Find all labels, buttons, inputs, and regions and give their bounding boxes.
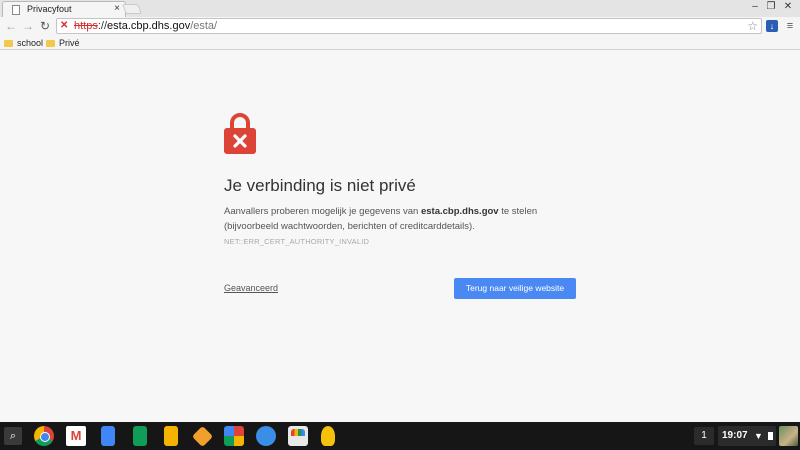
new-tab-button[interactable] — [122, 4, 142, 14]
forward-button[interactable]: → — [21, 19, 35, 33]
back-button[interactable]: ← — [4, 19, 18, 33]
close-tab-icon[interactable]: × — [114, 3, 120, 15]
bookmark-label: school — [17, 38, 44, 48]
folder-icon — [4, 40, 13, 47]
clock: 19:07 — [722, 430, 748, 441]
gmail-icon[interactable] — [66, 426, 86, 446]
error-description: Aanvallers proberen mogelijk je gegevens… — [224, 204, 544, 234]
description-host: esta.cbp.dhs.gov — [420, 206, 499, 217]
reload-button[interactable]: ↻ — [38, 19, 52, 33]
wifi-icon: ▼ — [754, 431, 763, 441]
red-padlock-icon — [224, 113, 256, 154]
chrome-icon[interactable] — [34, 426, 54, 446]
tab-strip: Privacyfout × – ❐ ✕ — [0, 0, 800, 17]
keep-bulb-icon[interactable] — [321, 426, 335, 446]
slides-icon[interactable] — [164, 426, 178, 446]
description-prefix: Aanvallers proberen mogelijk je gegevens… — [224, 206, 421, 217]
web-store-icon[interactable] — [288, 426, 308, 446]
photos-icon[interactable] — [224, 426, 244, 446]
bookmark-school[interactable]: school — [4, 37, 43, 49]
files-icon[interactable] — [256, 426, 276, 446]
sheets-icon[interactable] — [133, 426, 147, 446]
browser-toolbar: ← → ↻ ✕ https://esta.cbp.dhs.gov/esta/ ☆… — [0, 17, 800, 36]
docs-icon[interactable] — [101, 426, 115, 446]
minimize-button[interactable]: – — [748, 1, 762, 13]
shelf: ⌕ 1 19:07 ▼ — [0, 422, 800, 450]
broken-lock-icon[interactable]: ✕ — [60, 20, 72, 32]
battery-icon — [768, 432, 773, 440]
address-bar[interactable]: ✕ https://esta.cbp.dhs.gov/esta/ ☆ — [56, 18, 762, 34]
url-host: esta.cbp.dhs.gov — [107, 20, 191, 32]
error-code[interactable]: NET::ERR_CERT_AUTHORITY_INVALID — [224, 237, 369, 246]
restore-button[interactable]: ❐ — [764, 1, 778, 13]
advanced-link[interactable]: Geavanceerd — [224, 283, 278, 293]
avatar[interactable] — [779, 426, 798, 446]
bookmark-prive[interactable]: Privé — [46, 37, 80, 49]
url-scheme: https — [74, 20, 98, 32]
folder-icon — [46, 40, 55, 47]
download-icon[interactable]: ↓ — [766, 20, 778, 32]
keep-icon[interactable] — [191, 425, 214, 448]
menu-button[interactable]: ≡ — [784, 19, 796, 33]
tab-privacyfout[interactable]: Privacyfout × — [2, 1, 126, 17]
bookmarks-bar: school Privé — [0, 36, 800, 50]
privacy-error-page: Je verbinding is niet privé Aanvallers p… — [0, 51, 800, 422]
url-separator: :// — [97, 20, 108, 32]
bookmark-label: Privé — [59, 38, 80, 48]
close-window-button[interactable]: ✕ — [781, 1, 795, 13]
url-path: /esta/ — [190, 20, 218, 32]
url-text[interactable]: https://esta.cbp.dhs.gov/esta/ — [74, 20, 217, 33]
page-icon — [12, 5, 20, 15]
status-tray[interactable]: 19:07 ▼ — [718, 426, 776, 446]
back-to-safety-button[interactable]: Terug naar veilige website — [454, 278, 576, 299]
tab-title: Privacyfout — [27, 4, 72, 14]
page-title: Je verbinding is niet privé — [224, 176, 416, 195]
launcher-search-icon[interactable]: ⌕ — [4, 427, 22, 445]
notification-count[interactable]: 1 — [694, 427, 714, 445]
bookmark-star-icon[interactable]: ☆ — [747, 19, 758, 33]
